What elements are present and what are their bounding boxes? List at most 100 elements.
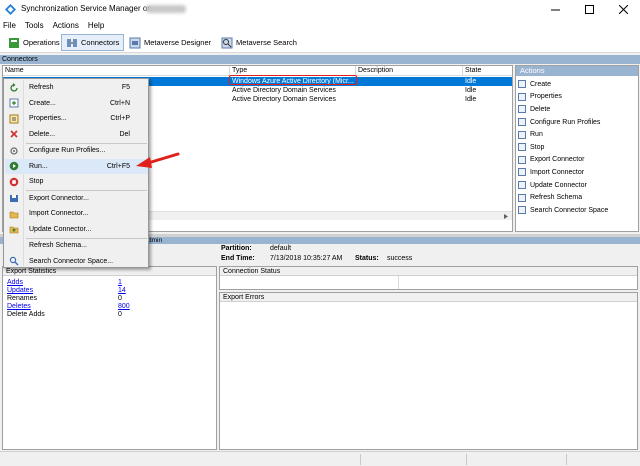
action-label: Import Connector: [530, 168, 585, 176]
run-profiles-icon: [518, 118, 526, 127]
menu-item-label: Refresh: [29, 84, 54, 92]
column-divider: [398, 276, 399, 289]
menu-item-export-connector[interactable]: Export Connector...: [5, 191, 148, 207]
stat-deletes-value[interactable]: 800: [118, 303, 130, 311]
stat-adds-link[interactable]: Adds: [7, 279, 23, 287]
column-header-name[interactable]: Name: [3, 66, 230, 76]
menu-item-delete[interactable]: Delete... Del: [5, 127, 148, 143]
stat-updates-value[interactable]: 14: [118, 287, 126, 295]
column-header-state[interactable]: State: [463, 66, 512, 76]
run-icon: [9, 161, 19, 171]
menu-item-label: Update Connector...: [29, 225, 92, 233]
menu-item-label: Delete...: [29, 130, 56, 138]
menu-item-shortcut: Del: [119, 130, 130, 138]
create-icon: [518, 80, 526, 89]
action-configure-run-profiles[interactable]: Configure Run Profiles: [518, 116, 600, 129]
menu-item-import-connector[interactable]: Import Connector...: [5, 206, 148, 222]
status-bar: [0, 451, 640, 466]
status-segment: [466, 454, 566, 465]
toolbar: Operations Connectors Metaverse Designer…: [0, 32, 640, 53]
connection-status-header: Connection Status: [220, 267, 637, 276]
status-segment: [360, 454, 466, 465]
connection-status-panel: Connection Status: [219, 266, 638, 290]
action-label: Configure Run Profiles: [530, 118, 601, 126]
context-menu: Refresh F5 Create... Ctrl+N Properties..…: [3, 78, 149, 268]
metaverse-designer-button[interactable]: Metaverse Designer: [124, 34, 216, 51]
menu-item-properties[interactable]: Properties... Ctrl+P: [5, 111, 148, 127]
status-label: Status:: [355, 255, 379, 262]
menu-item-search-connector-space[interactable]: Search Connector Space...: [5, 254, 148, 270]
stat-renames-label: Renames: [7, 295, 37, 302]
metaverse-search-label: Metaverse Search: [236, 38, 297, 47]
connectors-label: Connectors: [81, 38, 120, 47]
partition-label: Partition:: [221, 245, 252, 252]
metaverse-search-button[interactable]: Metaverse Search: [216, 34, 302, 51]
connectors-button[interactable]: Connectors: [61, 34, 125, 51]
action-label: Properties: [530, 93, 562, 101]
menu-item-update-connector[interactable]: Update Connector...: [5, 222, 148, 238]
menu-item-create[interactable]: Create... Ctrl+N: [5, 96, 148, 112]
action-create[interactable]: Create: [518, 78, 551, 91]
partition-value: default: [270, 245, 292, 252]
menu-item-refresh[interactable]: Refresh F5: [5, 80, 148, 96]
action-properties[interactable]: Properties: [518, 91, 562, 104]
minimize-icon: [550, 9, 560, 11]
action-run[interactable]: Run: [518, 128, 543, 141]
menu-item-label: Configure Run Profiles...: [29, 147, 106, 155]
action-delete[interactable]: Delete: [518, 103, 550, 116]
maximize-button[interactable]: [572, 0, 606, 19]
action-stop[interactable]: Stop: [518, 141, 544, 154]
delete-icon: [10, 130, 18, 138]
action-refresh-schema[interactable]: Refresh Schema: [518, 191, 582, 204]
operations-label: Operations: [23, 38, 60, 47]
menu-help[interactable]: Help: [88, 21, 104, 30]
action-label: Update Connector: [530, 181, 587, 189]
metaverse-designer-label: Metaverse Designer: [144, 38, 212, 47]
action-search-connector-space[interactable]: Search Connector Space: [518, 204, 608, 217]
delete-icon: [518, 105, 526, 114]
menu-item-label: Import Connector...: [29, 210, 89, 218]
metaverse-search-icon: [221, 37, 233, 48]
action-export-connector[interactable]: Export Connector: [518, 154, 584, 167]
app-window: Synchronization Service Manager on File …: [0, 0, 640, 466]
status-segment: [566, 454, 638, 465]
actions-pane: Actions Create Properties Delete Configu…: [515, 65, 639, 232]
action-label: Export Connector: [530, 156, 585, 164]
operations-icon: [9, 37, 19, 48]
connector-state: Idle: [465, 96, 477, 103]
operations-button[interactable]: Operations: [3, 34, 65, 51]
menu-item-label: Run...: [29, 162, 48, 170]
menu-item-run[interactable]: Run... Ctrl+F5: [5, 158, 148, 174]
menu-item-configure-run-profiles[interactable]: Configure Run Profiles...: [5, 143, 148, 159]
action-label: Delete: [530, 105, 551, 113]
menu-item-stop[interactable]: Stop: [5, 174, 148, 190]
minimize-button[interactable]: [538, 0, 572, 19]
metaverse-designer-icon: [129, 37, 141, 48]
column-header-description[interactable]: Description: [356, 66, 463, 76]
menu-file[interactable]: File: [3, 21, 16, 30]
import-icon: [9, 211, 19, 219]
stat-updates-link[interactable]: Updates: [7, 287, 33, 295]
menu-item-refresh-schema[interactable]: Refresh Schema...: [5, 238, 148, 254]
properties-icon: [9, 114, 19, 124]
connectors-icon: [67, 38, 77, 47]
scroll-right-icon[interactable]: [502, 213, 510, 220]
stat-deletes-link[interactable]: Deletes: [7, 303, 31, 311]
export-errors-panel: Export Errors: [219, 292, 638, 450]
menu-item-label: Stop: [29, 178, 44, 186]
menu-tools[interactable]: Tools: [25, 21, 44, 30]
search-icon: [518, 206, 526, 215]
close-button[interactable]: [606, 0, 640, 19]
actions-header: Actions: [516, 66, 638, 76]
menu-item-label: Properties...: [29, 115, 67, 123]
stat-delete-adds-label: Delete Adds: [7, 311, 45, 318]
action-update-connector[interactable]: Update Connector: [518, 179, 587, 192]
menu-actions[interactable]: Actions: [53, 21, 79, 30]
server-name-redacted: [146, 5, 186, 13]
connector-state: Idle: [465, 87, 477, 94]
stat-adds-value[interactable]: 1: [118, 279, 122, 287]
action-import-connector[interactable]: Import Connector: [518, 166, 584, 179]
menu-item-label: Export Connector...: [29, 194, 89, 202]
export-errors-header: Export Errors: [220, 293, 637, 302]
maximize-icon: [584, 5, 594, 14]
